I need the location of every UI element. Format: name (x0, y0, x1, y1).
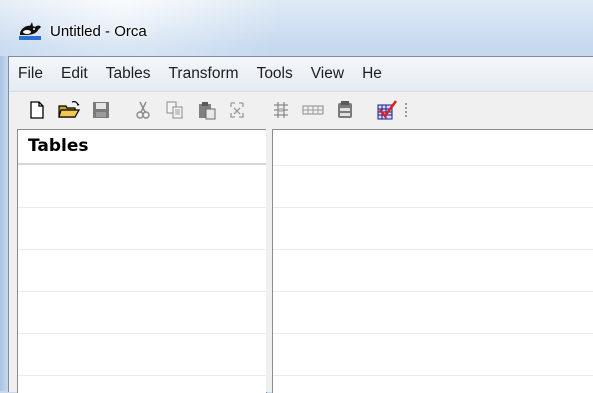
cut-icon (136, 101, 150, 119)
add-row-icon (302, 105, 324, 115)
menu-tables[interactable]: Tables (97, 61, 160, 87)
validate-button[interactable] (375, 98, 399, 122)
save-button[interactable] (89, 98, 113, 122)
new-button[interactable] (25, 98, 49, 122)
window-left-frame (0, 56, 8, 391)
find-button[interactable] (227, 98, 251, 122)
toolbar (9, 92, 593, 128)
workspace: Tables (9, 129, 593, 393)
window-title: Untitled - Orca (50, 22, 147, 40)
grid-row-divider (273, 333, 593, 334)
open-button[interactable] (57, 98, 81, 122)
orca-main-window: File Edit Tables Transform Tools View He (8, 56, 593, 393)
add-table-icon (274, 102, 288, 118)
find-icon (230, 102, 244, 118)
open-folder-icon (58, 101, 80, 118)
grid-row-divider (273, 375, 593, 376)
grid-row-divider (273, 291, 593, 292)
list-row-divider (18, 291, 266, 292)
paste-row-button[interactable] (333, 98, 357, 122)
toolbar-overflow-grip[interactable] (405, 103, 410, 117)
tables-list-pane[interactable]: Tables (17, 129, 267, 393)
copy-icon (166, 101, 183, 119)
table-data-pane[interactable] (272, 129, 593, 393)
copy-button[interactable] (163, 98, 187, 122)
new-icon (30, 101, 44, 119)
paste-button[interactable] (195, 98, 219, 122)
grid-row-divider (273, 165, 593, 166)
validate-icon (377, 100, 398, 120)
title-bar[interactable]: Untitled - Orca (8, 14, 593, 48)
menu-transform[interactable]: Transform (160, 61, 248, 87)
save-icon (93, 102, 109, 118)
cut-button[interactable] (131, 98, 155, 122)
menu-file[interactable]: File (9, 61, 52, 87)
menu-edit[interactable]: Edit (52, 61, 97, 87)
menu-tools[interactable]: Tools (248, 61, 302, 87)
grid-row-divider (273, 207, 593, 208)
grid-row-divider (273, 249, 593, 250)
paste-icon (199, 102, 216, 120)
orca-whale-icon (19, 22, 41, 40)
tables-column-header[interactable]: Tables (18, 130, 266, 165)
add-row-button[interactable] (301, 98, 325, 122)
menu-bar: File Edit Tables Transform Tools View He (9, 57, 593, 92)
list-row-divider (18, 375, 266, 376)
menu-view[interactable]: View (302, 61, 353, 87)
paste-row-icon (338, 101, 352, 118)
list-row-divider (18, 333, 266, 334)
add-table-button[interactable] (269, 98, 293, 122)
list-row-divider (18, 207, 266, 208)
menu-help[interactable]: He (353, 61, 391, 87)
list-row-divider (18, 249, 266, 250)
